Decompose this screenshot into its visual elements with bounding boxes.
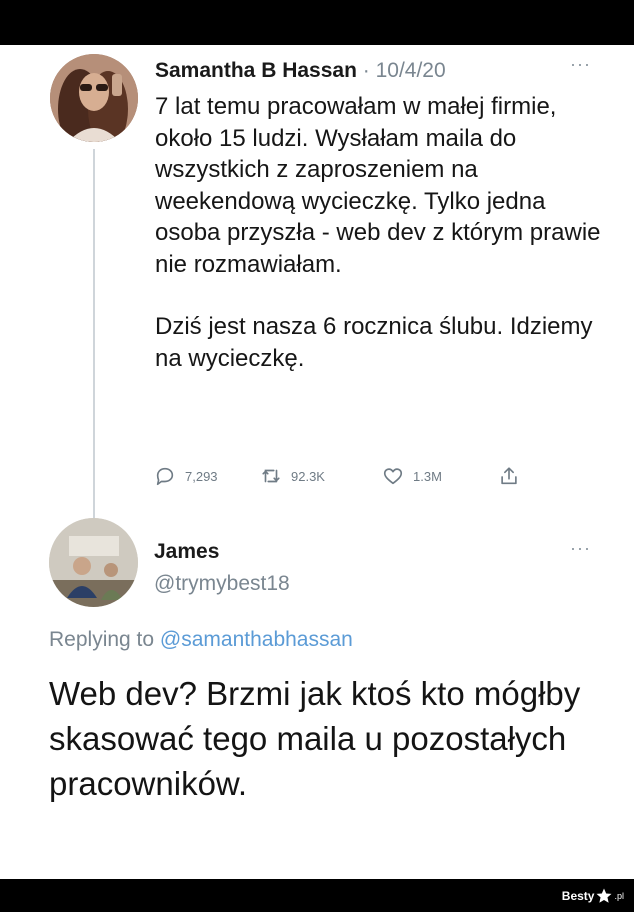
share-button[interactable]: [498, 463, 520, 489]
tweet-paragraph: 7 lat temu pracowałam w małej firmie, ok…: [155, 93, 601, 278]
heart-icon: [383, 468, 403, 485]
tweet-header: Samantha B Hassan · 10/4/20: [155, 58, 446, 84]
like-count: 1.3M: [413, 468, 442, 484]
reply-count: 7,293: [185, 468, 218, 484]
retweet-button[interactable]: 92.3K: [260, 463, 325, 489]
retweet-count: 92.3K: [291, 468, 325, 484]
star-icon: [596, 888, 612, 903]
samantha-avatar[interactable]: [50, 54, 138, 142]
reply-author-handle[interactable]: @trymybest18: [154, 571, 290, 597]
reply-author-name[interactable]: James: [154, 539, 219, 565]
share-icon: [501, 467, 517, 485]
reply-icon: [156, 467, 174, 486]
author-name[interactable]: Samantha B Hassan: [155, 59, 357, 82]
replying-to-label: Replying to: [49, 628, 160, 651]
like-button[interactable]: 1.3M: [382, 463, 442, 489]
reply-body: Web dev? Brzmi jak ktoś kto mógłby skaso…: [49, 675, 581, 802]
more-options-icon[interactable]: ···: [570, 539, 591, 557]
profile-photo-icon: [50, 54, 138, 142]
retweet-icon: [262, 469, 280, 483]
tweet-date[interactable]: 10/4/20: [376, 59, 446, 82]
tweet-thread-card: Samantha B Hassan · 10/4/20 ··· 7 lat te…: [0, 45, 634, 879]
site-watermark: Besty .pl: [562, 886, 624, 906]
watermark-brand: Besty: [561, 889, 595, 903]
replying-to-mention[interactable]: @samanthabhassan: [160, 628, 353, 651]
tweet-action-bar: 7,293 92.3K 1.3M: [154, 463, 534, 489]
watermark-tld: .pl: [614, 891, 624, 901]
header-separator: ·: [356, 59, 376, 82]
reply-button[interactable]: 7,293: [154, 463, 218, 489]
tweet-paragraph: Dziś jest nasza 6 rocznica ślubu. Idziem…: [155, 313, 593, 372]
james-avatar[interactable]: [49, 518, 138, 607]
screenshot-frame: Samantha B Hassan · 10/4/20 ··· 7 lat te…: [0, 0, 634, 912]
thread-connector-line: [93, 149, 95, 555]
profile-photo-icon: [49, 518, 138, 607]
tweet-body: 7 lat temu pracowałam w małej firmie, ok…: [155, 91, 615, 374]
replying-to-line: Replying to @samanthabhassan: [49, 627, 353, 653]
more-options-icon[interactable]: ···: [570, 55, 591, 73]
